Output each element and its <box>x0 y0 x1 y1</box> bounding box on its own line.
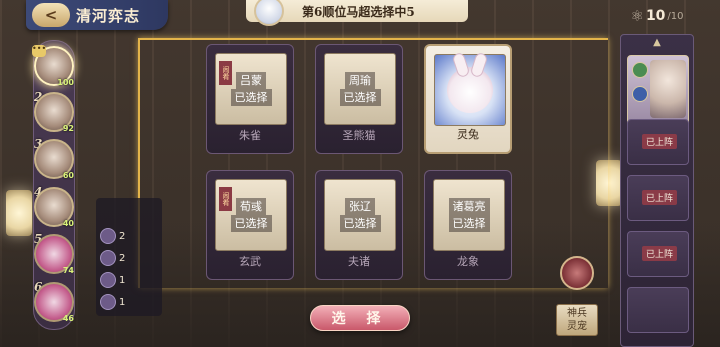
chevron-up-icon[interactable]: ▲ <box>621 37 693 48</box>
hero-level: 100 <box>57 78 74 87</box>
card-hero-name: 诸葛亮 <box>448 198 490 215</box>
card-portrait: 周瑜 已选择 <box>324 53 396 125</box>
skill-orb-button[interactable] <box>560 256 594 290</box>
shenbing-label: 神兵 <box>567 308 587 319</box>
card-tag: 闹肴 <box>219 187 232 211</box>
pet-mini-icon <box>632 86 648 102</box>
stat-row: 1 <box>100 272 125 288</box>
card-hero-name: 荀彧 <box>236 198 266 215</box>
card-name: 龙象 <box>457 255 479 268</box>
stat-icon <box>100 272 116 288</box>
card-hero-name: 吕蒙 <box>236 72 266 89</box>
card-portrait <box>434 54 506 126</box>
card-name: 朱雀 <box>239 129 261 142</box>
turn-banner-text: 第6顺位马超选择中5 <box>302 4 415 19</box>
right-team-panel: ▲ ★★★★★ 已上阵 已上阵 已上阵 <box>620 34 694 347</box>
team-slot[interactable] <box>627 287 689 333</box>
page-title: 清河弈志 <box>76 6 141 25</box>
hero-slot-4[interactable]: 40 <box>34 187 74 228</box>
hero-level: 60 <box>62 171 74 180</box>
card-name: 玄武 <box>239 255 261 268</box>
stat-icon <box>100 228 116 244</box>
stat-value: 1 <box>119 274 126 286</box>
card-status: 已选择 <box>339 89 381 106</box>
hero-slot-6[interactable]: 46 <box>34 282 74 323</box>
counter-total: /10 <box>667 10 684 22</box>
lingchong-label: 灵宠 <box>567 321 587 332</box>
pet-card-zhuque[interactable]: 吕蒙 已选择 闹肴 朱雀 <box>206 44 294 154</box>
stat-value: 2 <box>119 252 126 264</box>
stat-icon <box>100 294 116 310</box>
card-status: 已选择 <box>448 215 490 232</box>
stat-row: 2 <box>100 228 125 244</box>
stat-value: 2 <box>119 230 126 242</box>
team-slot[interactable]: 已上阵 <box>627 119 689 165</box>
hero-level: 40 <box>62 219 74 228</box>
pet-card-longxiang[interactable]: 诸葛亮 已选择 龙象 <box>424 170 512 280</box>
stats-panel: 2 2 1 1 <box>96 198 162 316</box>
card-status: 已选择 <box>230 89 272 106</box>
shenbing-lingchong-button[interactable]: 神兵 灵宠 <box>556 304 598 336</box>
pet-card-rabbit[interactable]: 灵兔 <box>424 44 512 154</box>
hero-level: 74 <box>62 266 74 275</box>
pet-card-panda[interactable]: 周瑜 已选择 圣熊猫 <box>315 44 403 154</box>
pick-counter: ⚛ 10 /10 <box>622 4 692 28</box>
swirl-icon: ⚛ <box>630 7 644 25</box>
card-portrait: 张辽 已选择 <box>324 179 396 251</box>
hero-level: 92 <box>62 124 74 133</box>
select-button[interactable]: 选 择 <box>310 305 410 331</box>
stat-value: 1 <box>119 296 126 308</box>
card-name: 灵兔 <box>457 128 479 141</box>
title-tab: < 清河弈志 <box>26 0 168 30</box>
deployed-badge: 已上阵 <box>642 190 678 205</box>
hero-slot-2[interactable]: 92 <box>34 92 74 133</box>
team-slot[interactable]: 已上阵 <box>627 175 689 221</box>
hero-level: 46 <box>62 314 74 323</box>
card-portrait: 诸葛亮 已选择 <box>433 179 505 251</box>
deployed-badge: 已上阵 <box>642 134 678 149</box>
card-hero-name: 张辽 <box>345 198 375 215</box>
card-hero-name: 周瑜 <box>345 72 375 89</box>
card-name: 夫诸 <box>348 255 370 268</box>
card-tag: 闹肴 <box>219 61 232 85</box>
back-button[interactable]: < <box>32 3 70 27</box>
pet-card-xuanwu[interactable]: 荀彧 已选择 闹肴 玄武 <box>206 170 294 280</box>
chat-icon[interactable]: ••• <box>32 45 46 57</box>
rabbit-pet-image <box>447 67 493 113</box>
back-arrow-icon: < <box>44 6 58 24</box>
card-status: 已选择 <box>339 215 381 232</box>
hero-slot-5[interactable]: 74 <box>34 234 74 275</box>
card-name: 圣熊猫 <box>342 129 376 142</box>
counter-value: 10 <box>645 8 666 24</box>
hero-portrait <box>650 60 686 118</box>
pet-mini-icon <box>632 62 648 78</box>
card-status: 已选择 <box>230 215 272 232</box>
team-slot[interactable]: 已上阵 <box>627 231 689 277</box>
pet-card-fuzhu[interactable]: 张辽 已选择 夫诸 <box>315 170 403 280</box>
stat-row: 1 <box>100 294 125 310</box>
hero-slot-3[interactable]: 60 <box>34 139 74 180</box>
deployed-badge: 已上阵 <box>642 246 678 261</box>
stat-row: 2 <box>100 250 125 266</box>
stat-icon <box>100 250 116 266</box>
